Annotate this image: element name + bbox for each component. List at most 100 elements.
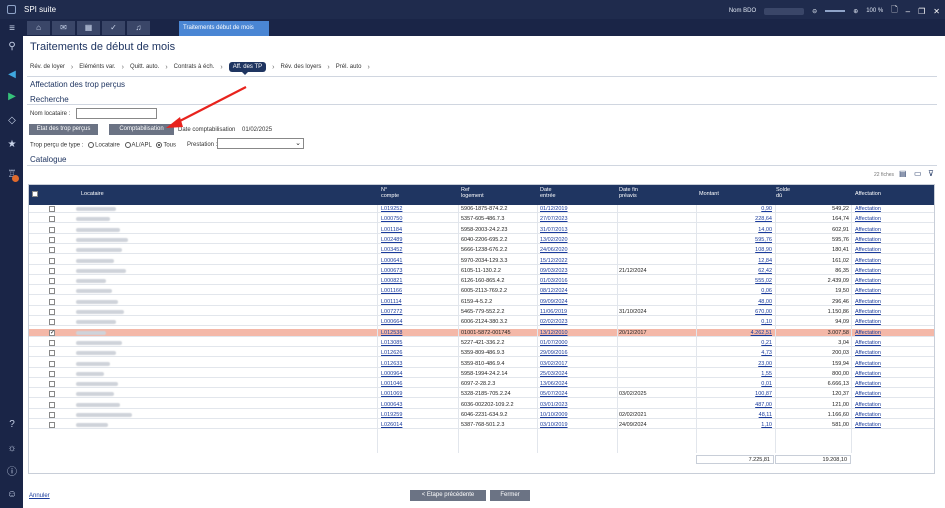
mail-tab-icon[interactable]: ✉ [52, 21, 75, 35]
cancel-link[interactable]: Annuler [29, 493, 50, 499]
col-compte[interactable]: N° compte [381, 187, 399, 199]
affectation-link[interactable]: Affectation [855, 380, 881, 388]
affectation-link[interactable]: Affectation [855, 277, 881, 285]
table-row[interactable]: L001046 6097-2-28.2.3 13/06/2024 0,01 6.666,… [29, 380, 934, 389]
check-tab-icon[interactable]: ✓ [102, 21, 125, 35]
montant-link[interactable]: 595,76 [755, 236, 772, 244]
locataire-input[interactable] [76, 108, 157, 119]
row-checkbox[interactable] [49, 309, 55, 315]
table-row[interactable]: L019259 6046-2231-634.9.2 10/10/2009 02/02/… [29, 411, 934, 419]
row-checkbox[interactable] [49, 288, 55, 295]
user-icon[interactable]: ☺ [6, 489, 18, 501]
table-row[interactable]: L000964 5958-1994-24.2.14 25/03/2024 1,55 80… [29, 370, 934, 378]
row-checkbox[interactable] [49, 339, 55, 346]
step-elements-var[interactable]: Eléménts var. [79, 64, 115, 70]
select-all-checkbox[interactable] [32, 191, 38, 197]
user-select[interactable] [764, 7, 805, 15]
row-checkbox[interactable] [49, 391, 55, 398]
affectation-link[interactable]: Affectation [855, 370, 881, 378]
montant-link[interactable]: 1,10 [761, 421, 772, 429]
date-entree-link[interactable]: 08/12/2024 [540, 287, 568, 295]
document-icon[interactable]: 🗋 [891, 4, 897, 18]
col-date-fin[interactable]: Date fin préavis [619, 187, 638, 199]
previous-step-button[interactable]: < Etape précédente [410, 490, 486, 501]
montant-link[interactable]: 0,01 [761, 380, 772, 388]
affectation-link[interactable]: Affectation [855, 421, 881, 429]
table-row[interactable]: L003452 5666-1238-676.2.2 24/06/2020 108,90… [29, 246, 934, 255]
compte-link[interactable]: L000673 [381, 267, 402, 275]
row-checkbox[interactable] [49, 236, 55, 243]
zoom-slider[interactable] [825, 10, 846, 12]
date-entree-link[interactable]: 11/06/2019 [540, 308, 567, 316]
montant-link[interactable]: 4,73 [761, 349, 772, 357]
help-icon[interactable]: ? [6, 419, 18, 431]
step-aff-tp[interactable]: Aff. des TP [228, 62, 267, 75]
step-prel-auto[interactable]: Prél. auto [336, 64, 362, 70]
montant-link[interactable]: 0,10 [761, 318, 772, 326]
bell-tab-icon[interactable]: ♫ [127, 21, 150, 35]
row-checkbox[interactable] [49, 257, 55, 264]
date-entree-link[interactable]: 13/12/2010 [540, 329, 568, 337]
affectation-link[interactable]: Affectation [855, 329, 881, 337]
prestation-select[interactable]: ⌄ [217, 138, 304, 149]
date-entree-link[interactable]: 13/02/2020 [540, 236, 568, 244]
maximize-button[interactable]: ❐ [918, 7, 925, 16]
montant-link[interactable]: 100,87 [755, 390, 772, 398]
montant-link[interactable]: 108,90 [755, 246, 772, 254]
row-checkbox[interactable] [49, 267, 55, 274]
montant-link[interactable]: 228,64 [755, 215, 772, 223]
date-entree-link[interactable]: 09/09/2024 [540, 298, 568, 306]
date-entree-link[interactable]: 24/06/2020 [540, 246, 568, 254]
montant-link[interactable]: 12,84 [758, 257, 772, 265]
affectation-link[interactable]: Affectation [855, 401, 881, 409]
table-row[interactable]: L026014 5387-768-501.2.3 03/10/2019 24/09/2… [29, 421, 934, 430]
table-row[interactable]: L001114 6159-4-5.2.2 09/09/2024 48,00 296,46… [29, 298, 934, 306]
table-row[interactable]: L001166 6005-2113-769.2.2 08/12/2024 0,06 19… [29, 287, 934, 296]
date-entree-link[interactable]: 29/09/2016 [540, 349, 568, 357]
col-ref[interactable]: Ref logement [461, 187, 484, 199]
montant-link[interactable]: 4.262,51 [751, 329, 772, 337]
row-checkbox[interactable] [49, 226, 55, 233]
bulb-icon[interactable]: ☼ [6, 443, 18, 455]
home-tab-icon[interactable]: ⌂ [27, 21, 50, 35]
step-rev-loyer[interactable]: Rév. de loyer [30, 64, 65, 70]
date-entree-link[interactable]: 10/10/2009 [540, 411, 568, 419]
compte-link[interactable]: L001166 [381, 287, 402, 295]
date-entree-link[interactable]: 01/12/2019 [540, 205, 568, 213]
affectation-link[interactable]: Affectation [855, 246, 881, 254]
date-entree-link[interactable]: 13/06/2024 [540, 380, 568, 388]
affectation-link[interactable]: Affectation [855, 287, 881, 295]
col-montant[interactable]: Montant [699, 191, 719, 197]
row-checkbox[interactable] [49, 401, 55, 408]
affectation-link[interactable]: Affectation [855, 390, 881, 398]
row-checkbox[interactable] [49, 247, 55, 254]
montant-link[interactable]: 14,00 [758, 226, 772, 234]
nav-diamond-icon[interactable]: ◇ [6, 115, 18, 127]
menu-icon[interactable]: ≡ [6, 23, 18, 35]
row-checkbox[interactable] [49, 298, 55, 305]
montant-link[interactable]: 670,00 [755, 308, 772, 316]
compte-link[interactable]: L012538 [381, 329, 402, 337]
compte-link[interactable]: L000821 [381, 277, 402, 285]
step-contrats[interactable]: Contrats à éch. [174, 64, 215, 70]
affectation-link[interactable]: Affectation [855, 349, 881, 357]
table-row[interactable]: L012633 5359-810-486.9.4 03/02/2017 23,00 15… [29, 360, 934, 368]
radio-al-apl[interactable] [124, 142, 131, 148]
table-row[interactable]: L013085 5227-421-336.2.2 01/07/2000 0,21 3,0… [29, 339, 934, 347]
compte-link[interactable]: L000750 [381, 215, 402, 223]
radio-locataire[interactable] [88, 142, 95, 148]
export-excel-icon[interactable]: ▤ [899, 169, 907, 178]
affectation-link[interactable]: Affectation [855, 226, 881, 234]
date-entree-link[interactable]: 25/03/2024 [540, 370, 568, 378]
etat-trop-percus-button[interactable]: Etat des trop perçus [29, 124, 98, 135]
col-affectation[interactable]: Affectation [855, 191, 881, 197]
compte-link[interactable]: L012633 [381, 360, 402, 368]
compte-link[interactable]: L000641 [381, 257, 402, 265]
forward-arrow-icon[interactable]: ▶ [6, 91, 18, 103]
compte-link[interactable]: L012626 [381, 349, 402, 357]
row-checkbox[interactable] [49, 370, 55, 377]
row-checkbox[interactable] [49, 381, 55, 388]
montant-link[interactable]: 0,06 [761, 287, 772, 295]
date-entree-link[interactable]: 03/01/2023 [540, 401, 568, 409]
row-checkbox[interactable] [49, 412, 55, 418]
